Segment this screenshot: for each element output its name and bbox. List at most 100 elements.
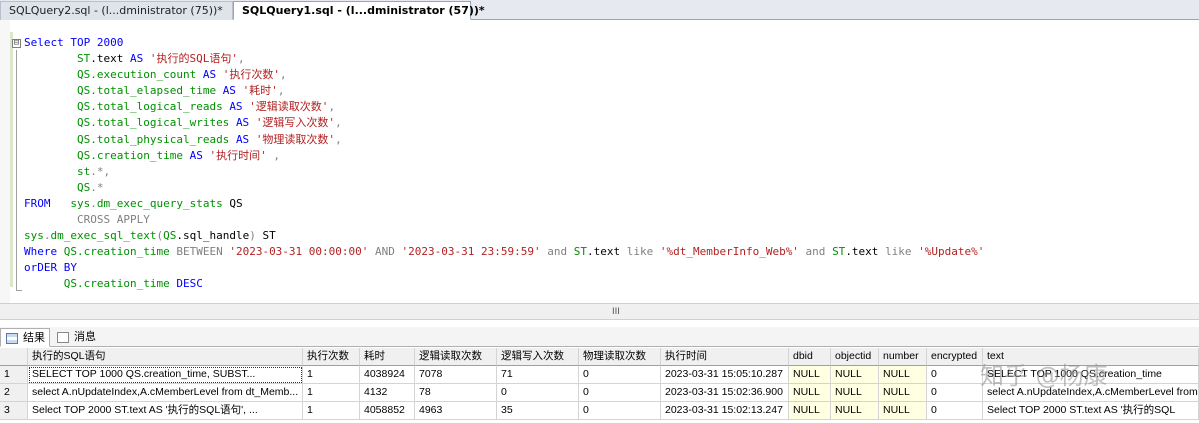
grid-cell[interactable]: 2023-03-31 15:02:13.247 (661, 402, 789, 420)
grid-cell[interactable]: 4132 (360, 384, 415, 402)
grid-cell[interactable]: NULL (879, 384, 927, 402)
code-line[interactable]: QS.total_logical_reads AS '逻辑读取次数', (24, 99, 984, 115)
code-token: .total_physical_reads (90, 132, 236, 146)
grid-cell[interactable]: 35 (497, 402, 579, 420)
grid-cell[interactable]: NULL (789, 366, 831, 384)
code-line[interactable]: QS.total_physical_reads AS '物理读取次数', (24, 132, 984, 148)
results-tab-bar: 结果 消息 (0, 327, 1199, 347)
grid-cell[interactable]: 0 (579, 384, 661, 402)
grid-cell[interactable]: SELECT TOP 1000 QS.creation_time (983, 366, 1199, 384)
code-token: QS (76, 68, 91, 82)
code-token: and (798, 245, 833, 259)
column-header[interactable]: 逻辑写入次数 (497, 348, 579, 366)
column-header[interactable]: 物理读取次数 (579, 348, 661, 366)
tab-results[interactable]: 结果 (0, 328, 50, 347)
code-line[interactable]: QS.execution_count AS '执行次数', (24, 67, 984, 83)
grid-cell[interactable]: NULL (879, 366, 927, 384)
tab-sqlquery1[interactable]: SQLQuery1.sql - (l...dministrator (57))* (233, 1, 485, 20)
grid-cell[interactable]: 0 (927, 402, 983, 420)
grid-cell[interactable]: 0 (579, 366, 661, 384)
row-number[interactable]: 1 (0, 366, 28, 384)
table-row[interactable]: 3 Select TOP 2000 ST.text AS '执行的SQL语句', … (0, 402, 1199, 420)
grid-cell[interactable]: 2023-03-31 15:02:36.900 (661, 384, 789, 402)
splitter-grip[interactable]: III (612, 307, 620, 317)
grid-cell[interactable]: 71 (497, 366, 579, 384)
grid-cell[interactable]: NULL (789, 384, 831, 402)
grid-cell[interactable]: 78 (415, 384, 497, 402)
code-line[interactable]: st.*, (24, 164, 984, 180)
results-grid[interactable]: 执行的SQL语句 执行次数 耗时 逻辑读取次数 逻辑写入次数 物理读取次数 执行时间 dbid… (0, 348, 1199, 423)
grid-cell[interactable]: 0 (927, 366, 983, 384)
code-token: .text (586, 245, 627, 259)
grid-cell[interactable]: 4038924 (360, 366, 415, 384)
code-token: .text (90, 52, 130, 66)
grid-cell[interactable]: 7078 (415, 366, 497, 384)
table-row[interactable]: 1 SELECT TOP 1000 QS.creation_time, SUBS… (0, 366, 1199, 384)
outline-fold-line (16, 50, 17, 290)
code-token: .*, (90, 164, 111, 178)
column-header[interactable]: 执行的SQL语句 (28, 348, 303, 366)
code-line[interactable]: Where QS.creation_time BETWEEN '2023-03-… (24, 244, 984, 260)
grid-cell[interactable]: 4058852 (360, 402, 415, 420)
table-row[interactable]: 2 select A.nUpdateIndex,A.cMemberLevel fr… (0, 384, 1199, 402)
code-token: QS (63, 277, 77, 291)
message-icon (57, 332, 69, 343)
grid-cell[interactable]: Select TOP 2000 ST.text AS '执行的SQL (983, 402, 1199, 420)
column-header[interactable]: number (879, 348, 927, 366)
code-token: QS (76, 180, 91, 194)
code-line[interactable]: QS.* (24, 180, 984, 196)
grid-cell[interactable]: 1 (303, 384, 360, 402)
column-header[interactable]: objectid (831, 348, 879, 366)
sql-editor[interactable]: ⊟ Select TOP 2000 ST.text AS '执行的SQL语句',… (0, 20, 1199, 303)
column-header[interactable]: 执行次数 (303, 348, 360, 366)
tab-sqlquery2[interactable]: SQLQuery2.sql - (l...dministrator (75))* (0, 1, 233, 20)
row-number[interactable]: 3 (0, 402, 28, 420)
grid-cell[interactable]: NULL (831, 402, 879, 420)
grid-cell[interactable]: 4963 (415, 402, 497, 420)
grid-cell[interactable]: NULL (789, 402, 831, 420)
editor-gutter (0, 20, 10, 303)
grid-cell[interactable]: 0 (927, 384, 983, 402)
sql-code[interactable]: Select TOP 2000 ST.text AS '执行的SQL语句', Q… (24, 35, 984, 293)
grid-cell[interactable]: 0 (579, 402, 661, 420)
column-header[interactable]: 逻辑读取次数 (415, 348, 497, 366)
grid-cell[interactable]: NULL (831, 366, 879, 384)
code-line[interactable]: orDER BY (24, 260, 984, 276)
code-line[interactable]: Select TOP 2000 (24, 35, 984, 51)
grid-cell[interactable]: select A.nUpdateIndex,A.cMemberLevel fro… (28, 384, 303, 402)
code-line[interactable]: QS.creation_time DESC (24, 276, 984, 292)
tab-messages[interactable]: 消息 (52, 328, 104, 347)
code-token: dm_exec_sql_text (50, 229, 157, 243)
column-header[interactable]: encrypted (927, 348, 983, 366)
grid-cell[interactable]: SELECT TOP 1000 QS.creation_time, SUBST.… (28, 366, 303, 384)
grid-cell[interactable]: NULL (831, 384, 879, 402)
column-header[interactable]: 执行时间 (661, 348, 789, 366)
code-token: Where (24, 245, 64, 259)
row-number[interactable]: 2 (0, 384, 28, 402)
code-line[interactable]: ST.text AS '执行的SQL语句', (24, 51, 984, 67)
code-line[interactable]: FROM sys.dm_exec_query_stats QS (24, 196, 984, 212)
code-token: '%dt_MemberInfo_Web%' (659, 245, 799, 259)
code-line[interactable]: CROSS APPLY (24, 212, 984, 228)
code-line[interactable]: sys.dm_exec_sql_text(QS.sql_handle) ST (24, 228, 984, 244)
column-header[interactable]: dbid (789, 348, 831, 366)
grid-cell[interactable]: select A.nUpdateIndex,A.cMemberLevel fro… (983, 384, 1199, 402)
grid-cell[interactable]: 2023-03-31 15:05:10.287 (661, 366, 789, 384)
grid-cell[interactable]: 0 (497, 384, 579, 402)
grid-corner[interactable] (0, 348, 28, 366)
code-token: like (885, 245, 919, 259)
code-line[interactable]: QS.creation_time AS '执行时间' , (24, 148, 984, 164)
code-line[interactable]: QS.total_logical_writes AS '逻辑写入次数', (24, 115, 984, 131)
column-header[interactable]: 耗时 (360, 348, 415, 366)
pane-splitter[interactable]: III (0, 303, 1199, 320)
code-token: '耗时' (242, 84, 278, 98)
grid-cell[interactable]: NULL (879, 402, 927, 420)
code-line[interactable]: QS.total_elapsed_time AS '耗时', (24, 83, 984, 99)
collapse-toggle-icon[interactable]: ⊟ (12, 39, 21, 48)
grid-cell[interactable]: 1 (303, 402, 360, 420)
grid-cell[interactable]: 1 (303, 366, 360, 384)
grid-cell[interactable]: Select TOP 2000 ST.text AS '执行的SQL语句', .… (28, 402, 303, 420)
column-header[interactable]: text (983, 348, 1199, 366)
